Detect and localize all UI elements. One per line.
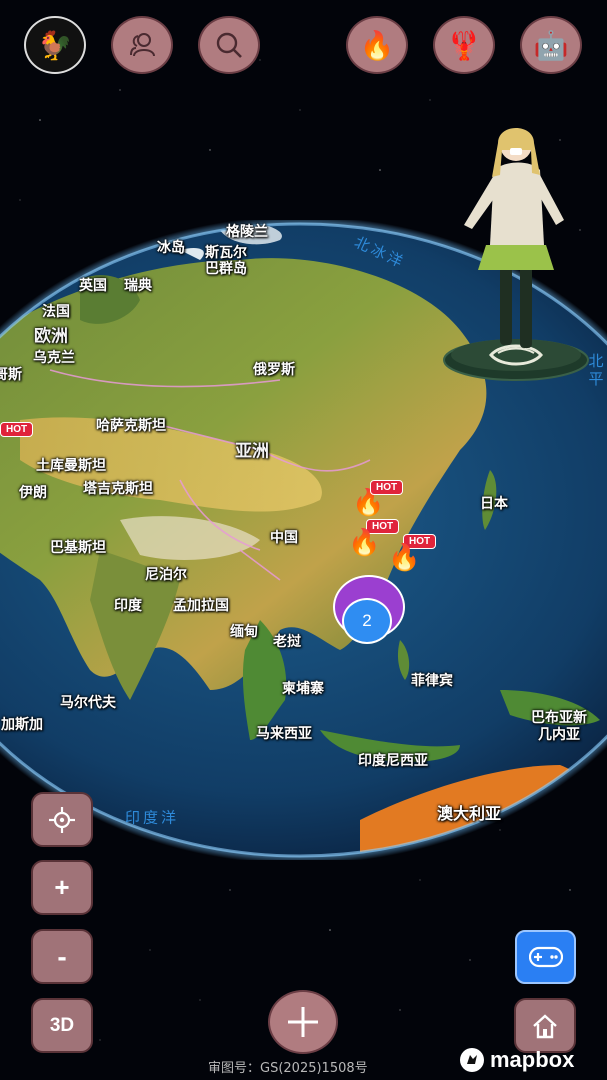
- map-approval-number: 审图号：GS(2025)1508号: [208, 1061, 368, 1076]
- label-iceland: 冰岛: [157, 240, 185, 256]
- hot-button[interactable]: 🔥: [346, 16, 408, 74]
- zoom-out-button[interactable]: -: [31, 929, 93, 984]
- robot-button[interactable]: 🤖: [520, 16, 582, 74]
- label-philippines: 菲律宾: [411, 673, 453, 689]
- map-app: 格陵兰 冰岛 斯瓦尔 巴群岛 北冰洋 英国 瑞典 法国 欧洲 乌克兰 哥斯 俄罗…: [0, 0, 607, 1080]
- label-indonesia: 印度尼西亚: [358, 753, 428, 769]
- label-france: 法国: [42, 304, 70, 320]
- label-bangladesh: 孟加拉国: [173, 598, 229, 614]
- cluster-count-badge[interactable]: 2: [342, 598, 392, 644]
- label-china: 中国: [270, 530, 298, 546]
- mapbox-attribution[interactable]: mapbox: [458, 1046, 574, 1074]
- rooster-icon: 🐓: [37, 28, 73, 62]
- avatar-button[interactable]: 🐓: [24, 16, 86, 74]
- lobster-button[interactable]: 🦞: [433, 16, 495, 74]
- crosshair-icon: [49, 806, 75, 833]
- view-3d-button[interactable]: 3D: [31, 998, 93, 1053]
- label-japan: 日本: [480, 496, 508, 512]
- search-icon: [216, 32, 242, 58]
- label-turkmenistan: 土库曼斯坦: [36, 458, 106, 474]
- label-europe: 欧洲: [34, 326, 68, 347]
- hot-tag[interactable]: HOT: [370, 480, 404, 495]
- fire-marker[interactable]: 🔥: [348, 528, 380, 558]
- hot-tag[interactable]: HOT: [0, 422, 34, 437]
- fire-marker[interactable]: 🔥: [388, 543, 420, 573]
- friends-button[interactable]: [111, 16, 173, 74]
- label-maldives: 马尔代夫: [60, 695, 116, 711]
- label-tajikistan: 塔吉克斯坦: [83, 481, 153, 497]
- mapbox-logo-icon: [460, 1048, 484, 1072]
- label-png: 巴布亚新 几内亚: [531, 710, 587, 743]
- label-asia: 亚洲: [235, 441, 269, 462]
- fire-icon: 🔥: [359, 28, 395, 62]
- label-sweden: 瑞典: [124, 278, 152, 294]
- label-madagascar: 加斯加: [1, 717, 43, 733]
- label-pakistan: 巴基斯坦: [50, 540, 106, 556]
- plus-icon: [288, 1007, 318, 1037]
- label-svalbard: 斯瓦尔 巴群岛: [205, 245, 247, 277]
- add-button[interactable]: [268, 990, 338, 1054]
- label-india: 印度: [114, 598, 142, 614]
- home-button[interactable]: [514, 998, 576, 1053]
- lobster-icon: 🦞: [446, 28, 482, 62]
- locate-button[interactable]: [31, 792, 93, 847]
- mapbox-label: mapbox: [490, 1047, 575, 1072]
- zoom-in-button[interactable]: +: [31, 860, 93, 915]
- gamepad-icon: [528, 946, 563, 968]
- label-myanmar: 缅甸: [230, 624, 258, 640]
- label-laos: 老挝: [273, 634, 301, 650]
- label-iran: 伊朗: [19, 485, 47, 501]
- label-indian-ocean: 印度洋: [124, 808, 180, 827]
- people-icon: [130, 33, 155, 57]
- label-nepal: 尼泊尔: [145, 567, 187, 583]
- label-uk: 英国: [79, 278, 107, 294]
- search-button[interactable]: [198, 16, 260, 74]
- label-malaysia: 马来西亚: [256, 726, 312, 742]
- character-figure[interactable]: [436, 115, 596, 385]
- label-kazakhstan: 哈萨克斯坦: [96, 418, 166, 434]
- label-greenland: 格陵兰: [226, 224, 268, 240]
- label-ukraine: 乌克兰: [33, 350, 75, 366]
- game-button[interactable]: [515, 930, 576, 984]
- label-russia: 俄罗斯: [253, 362, 295, 378]
- home-icon: [533, 1013, 557, 1038]
- label-cambodia: 柬埔寨: [282, 681, 324, 697]
- label-left-edge: 哥斯: [0, 367, 22, 383]
- label-australia: 澳大利亚: [436, 804, 502, 823]
- robot-icon: 🤖: [533, 28, 569, 62]
